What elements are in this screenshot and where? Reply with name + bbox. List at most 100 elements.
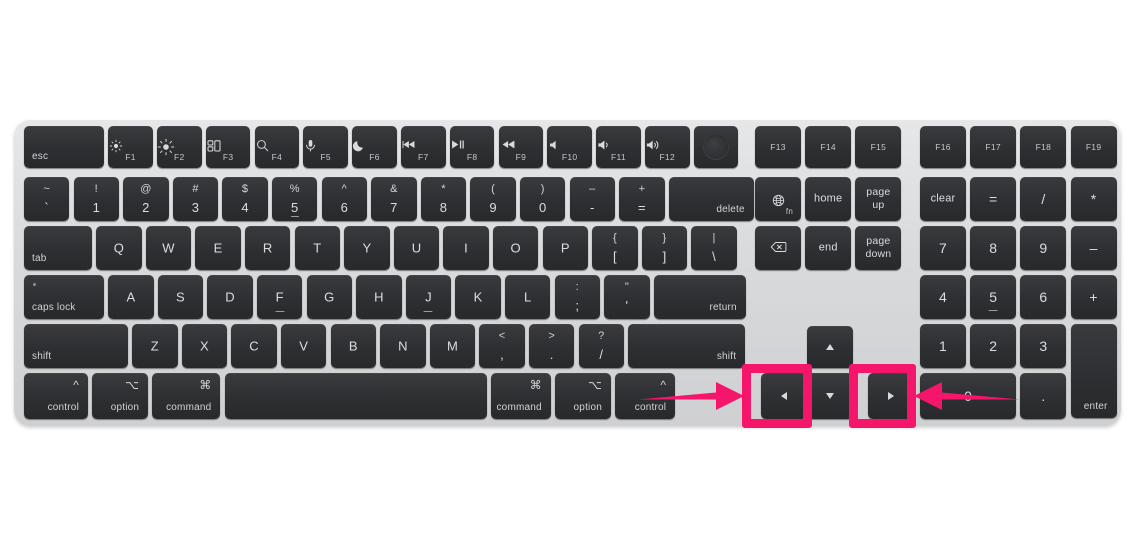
f14-key[interactable]: F14 bbox=[805, 126, 852, 168]
right-command-key[interactable]: ⌘ command bbox=[490, 373, 551, 419]
keypad-plus-key[interactable]: + bbox=[1070, 275, 1117, 319]
v-key[interactable]: V bbox=[281, 324, 327, 368]
e-key[interactable]: E bbox=[195, 226, 241, 270]
right-arrow-key[interactable] bbox=[868, 373, 914, 419]
w-key[interactable]: W bbox=[145, 226, 192, 270]
right-shift-key[interactable]: shift bbox=[628, 324, 746, 368]
f1-key[interactable]: F1 bbox=[108, 126, 153, 168]
down-arrow-key[interactable] bbox=[807, 373, 853, 419]
quote-key[interactable]: " ' bbox=[604, 275, 650, 319]
period-key[interactable]: >. bbox=[529, 324, 575, 368]
d-key[interactable]: D bbox=[207, 275, 253, 319]
left-command-key[interactable]: ⌘ command bbox=[152, 373, 221, 419]
space-bar[interactable] bbox=[224, 373, 487, 419]
caps-lock-key[interactable]: caps lock bbox=[24, 275, 104, 319]
minus-key[interactable]: – - bbox=[569, 177, 615, 221]
f4-key[interactable]: F4 bbox=[254, 126, 300, 168]
a-key[interactable]: A bbox=[108, 275, 154, 319]
keypad-6-key[interactable]: 6 bbox=[1020, 275, 1067, 319]
o-key[interactable]: O bbox=[493, 226, 539, 270]
touch-id-key[interactable] bbox=[693, 126, 739, 168]
keypad-1-key[interactable]: 1 bbox=[920, 324, 966, 368]
f17-key[interactable]: F17 bbox=[970, 126, 1017, 168]
eight-key[interactable]: * 8 bbox=[420, 177, 467, 221]
fn-globe-key[interactable]: fn bbox=[755, 177, 801, 221]
three-key[interactable]: #3 bbox=[172, 177, 219, 221]
left-option-key[interactable]: ⌥ option bbox=[92, 373, 149, 419]
page-up-key[interactable]: page up bbox=[855, 177, 902, 221]
i-key[interactable]: I bbox=[443, 226, 489, 270]
five-key[interactable]: % 5 bbox=[272, 177, 318, 221]
c-key[interactable]: C bbox=[231, 324, 277, 368]
keypad-minus-key[interactable]: – bbox=[1070, 226, 1117, 270]
return-key[interactable]: return bbox=[653, 275, 746, 319]
clear-key[interactable]: clear bbox=[920, 177, 966, 221]
backslash-key[interactable]: | \ bbox=[691, 226, 737, 270]
one-key[interactable]: ! 1 bbox=[73, 177, 119, 221]
up-arrow-key[interactable] bbox=[807, 326, 853, 368]
keypad-9-key[interactable]: 9 bbox=[1020, 226, 1067, 270]
tilde-key[interactable]: ~ ` bbox=[24, 177, 70, 221]
u-key[interactable]: U bbox=[393, 226, 440, 270]
keypad-4-key[interactable]: 4 bbox=[920, 275, 966, 319]
f18-key[interactable]: F18 bbox=[1020, 126, 1067, 168]
zero-key[interactable]: ) 0 bbox=[520, 177, 566, 221]
k-key[interactable]: K bbox=[455, 275, 501, 319]
keypad-8-key[interactable]: 8 bbox=[970, 226, 1017, 270]
equals-key[interactable]: + = bbox=[619, 177, 665, 221]
keypad-7-key[interactable]: 7 bbox=[920, 226, 966, 270]
n-key[interactable]: N bbox=[380, 324, 426, 368]
f15-key[interactable]: F15 bbox=[855, 126, 902, 168]
z-key[interactable]: Z bbox=[132, 324, 178, 368]
keypad-5-key[interactable]: 5 bbox=[970, 275, 1017, 319]
j-key[interactable]: J bbox=[405, 275, 452, 319]
f3-key[interactable]: F3 bbox=[205, 126, 251, 168]
right-control-key[interactable]: ^ control bbox=[615, 373, 676, 419]
f19-key[interactable]: F19 bbox=[1070, 126, 1117, 168]
left-bracket-key[interactable]: {[ bbox=[592, 226, 638, 270]
f16-key[interactable]: F16 bbox=[920, 126, 966, 168]
nine-key[interactable]: (9 bbox=[470, 177, 516, 221]
m-key[interactable]: M bbox=[429, 324, 476, 368]
f9-key[interactable]: F9 bbox=[498, 126, 544, 168]
f10-key[interactable]: F10 bbox=[547, 126, 592, 168]
keypad-enter-key[interactable]: enter bbox=[1070, 324, 1117, 419]
t-key[interactable]: T bbox=[294, 226, 340, 270]
semicolon-key[interactable]: :; bbox=[554, 275, 600, 319]
two-key[interactable]: @2 bbox=[123, 177, 169, 221]
f13-key[interactable]: F13 bbox=[755, 126, 801, 168]
keypad-0-key[interactable]: 0 bbox=[920, 373, 1017, 419]
f5-key[interactable]: F5 bbox=[303, 126, 348, 168]
p-key[interactable]: P bbox=[542, 226, 588, 270]
left-shift-key[interactable]: shift bbox=[24, 324, 128, 368]
delete-key[interactable]: delete bbox=[668, 177, 754, 221]
f7-key[interactable]: F7 bbox=[401, 126, 446, 168]
y-key[interactable]: Y bbox=[344, 226, 390, 270]
g-key[interactable]: G bbox=[306, 275, 352, 319]
q-key[interactable]: Q bbox=[96, 226, 142, 270]
left-control-key[interactable]: ^ control bbox=[24, 373, 88, 419]
f11-key[interactable]: F11 bbox=[596, 126, 641, 168]
forward-delete-key[interactable] bbox=[755, 226, 801, 270]
keypad-divide-key[interactable]: / bbox=[1020, 177, 1067, 221]
keypad-decimal-key[interactable]: . bbox=[1020, 373, 1067, 419]
right-option-key[interactable]: ⌥ option bbox=[555, 373, 611, 419]
four-key[interactable]: $4 bbox=[222, 177, 268, 221]
s-key[interactable]: S bbox=[157, 275, 204, 319]
page-down-key[interactable]: page down bbox=[855, 226, 902, 270]
esc-key[interactable]: esc bbox=[24, 126, 104, 168]
r-key[interactable]: R bbox=[245, 226, 291, 270]
f6-key[interactable]: F6 bbox=[352, 126, 397, 168]
keypad-2-key[interactable]: 2 bbox=[970, 324, 1017, 368]
keypad-3-key[interactable]: 3 bbox=[1020, 324, 1067, 368]
end-key[interactable]: end bbox=[805, 226, 852, 270]
seven-key[interactable]: & 7 bbox=[371, 177, 417, 221]
f8-key[interactable]: F8 bbox=[449, 126, 495, 168]
left-arrow-key[interactable] bbox=[761, 373, 807, 419]
f-key[interactable]: F bbox=[257, 275, 303, 319]
l-key[interactable]: L bbox=[505, 275, 551, 319]
tab-key[interactable]: tab bbox=[24, 226, 92, 270]
right-bracket-key[interactable]: }] bbox=[641, 226, 688, 270]
x-key[interactable]: X bbox=[181, 324, 228, 368]
f2-key[interactable]: F2 bbox=[157, 126, 202, 168]
